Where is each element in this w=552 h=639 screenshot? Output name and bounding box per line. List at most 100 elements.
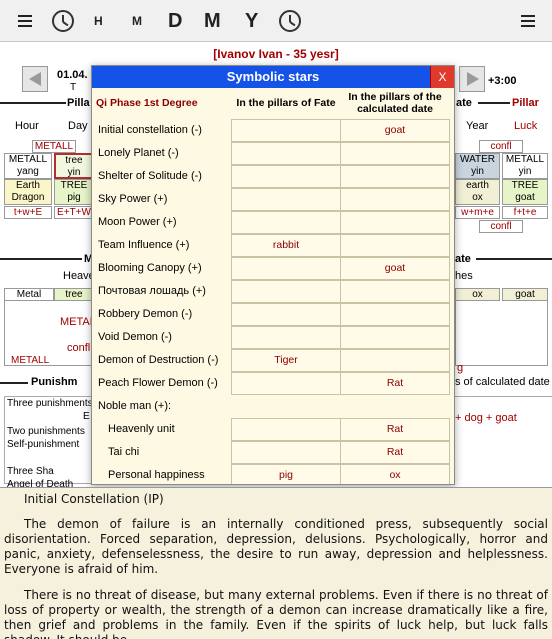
timezone-label: +3:00 <box>488 75 517 87</box>
fate-cell <box>231 142 341 165</box>
star-row[interactable]: Initial constellation (-) goat <box>92 119 454 142</box>
star-row[interactable]: Lonely Planet (-) <box>92 142 454 165</box>
calc-cell <box>340 142 450 165</box>
calc-cell <box>340 211 450 234</box>
hour-stem-cell: METALL yang <box>4 153 52 179</box>
star-row[interactable]: Почтовая лошадь (+) <box>92 280 454 303</box>
goat-cell: goat <box>502 288 548 301</box>
star-label: Demon of Destruction (-) <box>98 354 219 366</box>
star-row[interactable]: Peach Flower Demon (-) Rat <box>92 372 454 395</box>
star-group-label: Noble man (+): <box>98 400 172 412</box>
self-punishment-label: Self-punishment <box>7 439 80 450</box>
day-branch-cell: TREE pig <box>54 179 94 205</box>
fate-cell <box>231 280 341 303</box>
hour-button[interactable]: H <box>94 6 103 36</box>
dialog-title: Symbolic stars <box>92 66 454 88</box>
calc-cell <box>340 349 450 372</box>
calc-cell: goat <box>340 119 450 142</box>
clock-forward-icon[interactable] <box>279 6 301 36</box>
calc-cell: ox <box>340 464 450 484</box>
star-row[interactable]: Tai chi Rat <box>92 441 454 464</box>
star-label: Moon Power (+) <box>98 216 177 228</box>
month-short-button[interactable]: M <box>132 6 142 36</box>
confl-left-label: confl <box>67 342 91 354</box>
punishments-heading: Punishm <box>31 376 78 388</box>
star-row[interactable]: Void Demon (-) <box>92 326 454 349</box>
calc-cell <box>340 326 450 349</box>
calc-cell: Rat <box>340 441 450 464</box>
clock-back-icon[interactable] <box>52 6 74 36</box>
star-label: Lonely Planet (-) <box>98 147 179 159</box>
branches-fragment: hes <box>455 270 473 282</box>
star-row[interactable]: Robbery Demon (-) <box>92 303 454 326</box>
ox-cell: ox <box>455 288 500 301</box>
fate-cell <box>231 303 341 326</box>
punishment-e-label: E <box>83 411 90 422</box>
section-date-fragment: ate <box>455 253 471 265</box>
hour-branch-cell: Earth Dragon <box>4 179 52 205</box>
star-row[interactable]: Shelter of Solitude (-) <box>92 165 454 188</box>
divider <box>0 102 66 104</box>
star-row[interactable]: Moon Power (+) <box>92 211 454 234</box>
hour-col-label: Hour <box>15 120 39 132</box>
next-date-button[interactable] <box>459 66 485 92</box>
star-row[interactable]: Heavenly unit Rat <box>92 418 454 441</box>
date-label: 01.04. <box>57 69 88 81</box>
confl-tag-2: confl <box>479 220 523 233</box>
star-row[interactable]: Team Influence (+) rabbit <box>92 234 454 257</box>
metall-tag: METALL <box>32 140 76 153</box>
fate-cell <box>231 165 341 188</box>
calc-cell <box>340 165 450 188</box>
star-row[interactable]: Demon of Destruction (-) Tiger <box>92 349 454 372</box>
star-row[interactable]: Personal happiness pig ox <box>92 464 454 484</box>
star-row[interactable]: Blooming Canopy (+) goat <box>92 257 454 280</box>
person-header: [Ivanov Ivan - 35 yesr] <box>213 47 339 61</box>
star-label: Tai chi <box>108 446 140 458</box>
fate-cell <box>231 372 341 395</box>
fate-cell: Tiger <box>231 349 341 372</box>
luck-col-label: Luck <box>514 120 538 132</box>
luck-branch-cell: TREE goat <box>502 179 548 205</box>
description-paragraph: The demon of failure is an internally co… <box>4 517 548 576</box>
day-stem-cell[interactable]: tree yin <box>54 153 94 179</box>
close-button[interactable]: X <box>430 66 454 88</box>
calc-cell <box>340 280 450 303</box>
metall-bottom-label: METALL <box>11 355 50 366</box>
fate-cell: rabbit <box>231 234 341 257</box>
fate-cell: pig <box>231 464 341 484</box>
star-label: Shelter of Solitude (-) <box>98 170 202 182</box>
qi-phase-header: Qi Phase 1st Degree <box>96 97 198 109</box>
fate-cell <box>231 188 341 211</box>
year-button[interactable]: Y <box>245 6 258 36</box>
pillars-date-heading: ate <box>456 97 472 109</box>
divider <box>0 382 28 384</box>
year-branch-cell: earth ox <box>455 179 500 205</box>
prev-date-button[interactable] <box>22 66 48 92</box>
description-paragraph: There is no threat of disease, but many … <box>4 588 548 639</box>
star-label: Blooming Canopy (+) <box>98 262 202 274</box>
star-label: Robbery Demon (-) <box>98 308 193 320</box>
year-elements-cell: w+m+e <box>455 206 500 219</box>
year-stem-cell: WATER yin <box>455 153 500 179</box>
hamburger-menu-icon[interactable] <box>12 6 38 36</box>
fate-cell <box>231 119 341 142</box>
calc-date-heading: s of calculated date <box>455 376 550 388</box>
settings-menu-icon[interactable] <box>515 6 541 36</box>
fate-cell <box>231 441 341 464</box>
calc-cell: Rat <box>340 372 450 395</box>
two-punishments-label: Two punishments <box>7 426 85 437</box>
fate-cell <box>231 326 341 349</box>
day-col-label: Day <box>68 120 88 132</box>
description-panel: Initial Constellation (IP) The demon of … <box>0 487 552 639</box>
day-button[interactable]: D <box>168 6 182 36</box>
calc-cell <box>340 234 450 257</box>
star-label: Heavenly unit <box>108 423 175 435</box>
hour-elements-cell: t+w+E <box>4 206 52 219</box>
calc-pillars-header: In the pillars of the calculated date <box>348 91 442 115</box>
three-punishments-label: Three punishments <box>7 398 93 409</box>
calc-cell: Rat <box>340 418 450 441</box>
fate-cell <box>231 257 341 280</box>
month-button[interactable]: M <box>204 6 221 36</box>
star-row[interactable]: Sky Power (+) <box>92 188 454 211</box>
three-sha-label: Three Sha <box>7 466 54 477</box>
